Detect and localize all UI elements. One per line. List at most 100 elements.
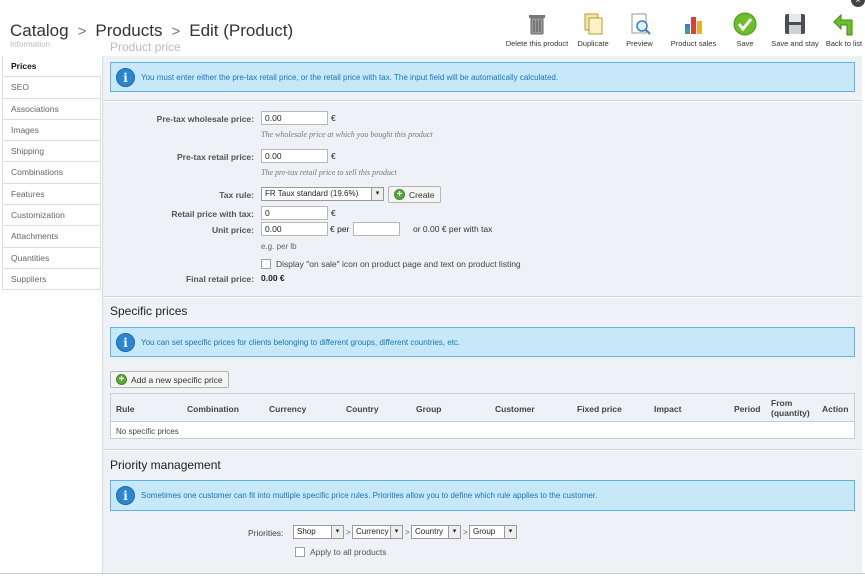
col-fixed-price: Fixed price	[577, 404, 622, 414]
duplicate-icon	[584, 13, 603, 35]
priority-select-1-value: Shop	[297, 527, 316, 536]
priority-separator: >	[463, 528, 468, 537]
ghost-section-title: Product price	[110, 40, 181, 54]
priority-select-2-value: Currency	[356, 527, 389, 536]
toolbar: Delete this product Duplicate Preview Pr…	[503, 12, 865, 52]
priority-select-4[interactable]: Group ▾	[469, 525, 517, 539]
priority-info-box: i Sometimes one customer can fit into mu…	[110, 480, 855, 511]
back-to-list-button-label: Back to list	[825, 39, 863, 48]
col-customer: Customer	[495, 404, 535, 414]
preview-icon	[631, 13, 651, 35]
unit-price-input[interactable]: 0.00	[261, 222, 328, 236]
tab-associations[interactable]: Associations	[2, 98, 101, 120]
specific-prices-title: Specific prices	[110, 304, 188, 318]
floppy-icon	[785, 14, 805, 34]
chevron-down-icon: ▾	[331, 526, 343, 538]
chevron-down-icon: ▾	[371, 188, 383, 200]
create-tax-rule-button[interactable]: + Create	[388, 186, 441, 203]
save-and-stay-button[interactable]: Save and stay	[767, 12, 823, 52]
tab-images[interactable]: Images	[2, 119, 101, 142]
main-panel: i You must enter either the pre-tax reta…	[102, 56, 863, 573]
col-group: Group	[416, 404, 442, 414]
on-sale-checkbox[interactable]	[261, 259, 271, 269]
price-info-box: i You must enter either the pre-tax reta…	[110, 62, 855, 92]
preview-button-label: Preview	[626, 39, 653, 48]
with-tax-currency: €	[331, 208, 336, 218]
chevron-down-icon: ▾	[504, 526, 516, 538]
chart-icon	[684, 17, 702, 34]
wholesale-currency: €	[331, 113, 336, 123]
final-price-value: 0.00 €	[261, 273, 285, 283]
preview-button[interactable]: Preview	[615, 12, 664, 52]
col-impact: Impact	[654, 404, 682, 414]
price-info-text: You must enter either the pre-tax retail…	[141, 72, 559, 82]
wholesale-price-input[interactable]: 0.00	[261, 111, 328, 125]
info-icon: i	[116, 67, 135, 87]
breadcrumb-products[interactable]: Products	[95, 21, 162, 40]
priority-select-3[interactable]: Country ▾	[411, 525, 461, 539]
header: Information Catalog > Products > Edit (Produ…	[0, 0, 865, 58]
tax-rule-select[interactable]: FR Taux standard (19.6%) ▾	[261, 187, 384, 201]
col-action: Action	[822, 404, 849, 414]
price-with-tax-input[interactable]: 0	[261, 206, 328, 220]
back-to-list-button[interactable]: Back to list	[823, 12, 865, 52]
product-sales-button[interactable]: Product sales	[664, 12, 723, 52]
breadcrumb-catalog[interactable]: Catalog	[10, 21, 69, 40]
trash-icon	[529, 15, 545, 35]
breadcrumb-separator: >	[171, 23, 181, 40]
tab-features[interactable]: Features	[2, 183, 101, 206]
tab-prices[interactable]: Prices	[2, 56, 101, 78]
delete-button-label: Delete this product	[505, 39, 569, 48]
unit-example-hint: e.g. per lb	[261, 242, 297, 251]
back-arrow-icon	[833, 13, 853, 36]
final-price-label: Final retail price:	[185, 274, 254, 284]
chevron-down-icon: ▾	[390, 526, 402, 538]
tax-rule-value: FR Taux standard (19.6%)	[265, 189, 359, 198]
table-header: Rule Combination Currency Country Group …	[111, 394, 854, 422]
duplicate-button[interactable]: Duplicate	[571, 12, 615, 52]
priority-select-1[interactable]: Shop ▾	[293, 525, 344, 539]
plus-icon: +	[394, 189, 405, 200]
ghost-tab-label: Information	[10, 40, 51, 49]
plus-icon: +	[116, 374, 127, 385]
col-from-line1: From	[771, 398, 793, 408]
add-specific-price-label: Add a new specific price	[131, 374, 223, 385]
priority-separator: >	[405, 528, 410, 537]
bottom-border	[0, 573, 865, 578]
unit-type-input[interactable]	[353, 222, 400, 236]
priorities-label: Priorities:	[248, 528, 284, 538]
apply-all-label: Apply to all products	[310, 547, 387, 557]
delete-button[interactable]: Delete this product	[503, 12, 571, 52]
tab-combinations[interactable]: Combinations	[2, 162, 101, 184]
save-button-label: Save	[736, 39, 754, 48]
priority-info-text: Sometimes one customer can fit into mult…	[141, 491, 598, 500]
info-icon: i	[116, 486, 135, 505]
tab-suppliers[interactable]: Suppliers	[2, 268, 101, 291]
chevron-down-icon: ▾	[448, 526, 460, 538]
price-with-tax-label: Retail price with tax:	[171, 209, 254, 219]
priority-separator: >	[346, 528, 351, 537]
add-specific-price-button[interactable]: + Add a new specific price	[110, 371, 229, 388]
tab-seo[interactable]: SEO	[2, 77, 101, 99]
tab-quantities[interactable]: Quantities	[2, 247, 101, 269]
priority-select-2[interactable]: Currency ▾	[352, 525, 403, 539]
col-from-quantity: From (quantity)	[771, 398, 810, 418]
retail-price-hint: The pre-tax retail price to sell this pr…	[261, 168, 397, 177]
retail-price-input[interactable]: 0.00	[261, 149, 328, 163]
tab-shipping[interactable]: Shipping	[2, 141, 101, 163]
specific-info-box: i You can set specific prices for client…	[110, 327, 855, 357]
col-country: Country	[346, 404, 379, 414]
save-button[interactable]: Save	[723, 12, 767, 52]
unit-per-label: € per	[330, 224, 350, 234]
apply-all-checkbox[interactable]	[295, 547, 305, 557]
priority-title: Priority management	[110, 458, 221, 472]
col-currency: Currency	[269, 404, 307, 414]
col-combination: Combination	[187, 404, 239, 414]
tab-attachments[interactable]: Attachments	[2, 226, 101, 248]
tab-customization[interactable]: Customization	[2, 205, 101, 227]
unit-price-with-tax: or 0.00 € per with tax	[413, 224, 493, 234]
specific-info-text: You can set specific prices for clients …	[141, 337, 461, 347]
breadcrumb-edit: Edit (Product)	[189, 21, 294, 40]
tax-rule-label: Tax rule:	[219, 190, 254, 200]
save-and-stay-button-label: Save and stay	[771, 39, 819, 48]
